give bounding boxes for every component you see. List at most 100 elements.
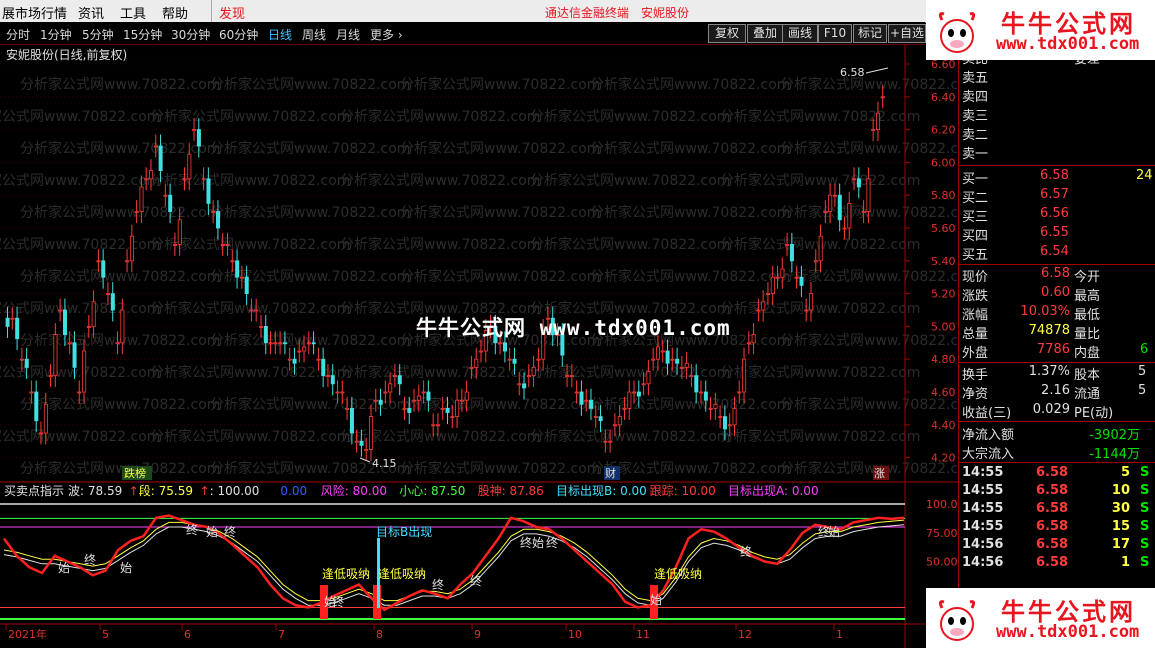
candle-body bbox=[785, 243, 790, 246]
indicator-tick-label: 50.00 bbox=[926, 556, 958, 569]
candle-body bbox=[359, 440, 364, 446]
candle-body bbox=[722, 416, 727, 430]
cow-mascot-icon bbox=[938, 600, 976, 641]
indicator-title[interactable]: 买卖点指示 bbox=[4, 483, 64, 498]
f10-button[interactable]: F10 bbox=[818, 24, 852, 43]
sell-level-label: 卖三 bbox=[962, 109, 989, 124]
candle-body bbox=[282, 342, 287, 345]
candle-body bbox=[651, 358, 656, 361]
kline-chart[interactable]: 分析家公式网www.70822.com分析家公式网www.70822.com分析… bbox=[0, 44, 958, 648]
candle-body bbox=[612, 424, 617, 427]
faint-watermark-text: 分析家公式网www.70822.com bbox=[400, 76, 600, 93]
tab-period-intraday[interactable]: 分时 bbox=[6, 26, 30, 43]
tab-period-30min[interactable]: 30分钟 bbox=[171, 26, 210, 43]
indicator-tick-label: 100.00 bbox=[926, 498, 958, 511]
cai-tag[interactable]: 财 bbox=[605, 466, 616, 480]
end-label: 终 bbox=[84, 552, 96, 567]
period-toolbar: 分时 1分钟 5分钟 15分钟 30分钟 60分钟 日线 周线 月线 更多 › … bbox=[0, 22, 926, 45]
fund-label: PE(动) bbox=[1074, 406, 1114, 421]
tab-period-weekly[interactable]: 周线 bbox=[302, 26, 326, 43]
menu-market[interactable]: 展市场行情 bbox=[2, 3, 67, 22]
candle-body bbox=[756, 309, 761, 312]
candle-body bbox=[225, 243, 230, 246]
buy-level-label: 买五 bbox=[962, 248, 989, 263]
menu-news[interactable]: 资讯 bbox=[78, 3, 104, 22]
candle-body bbox=[852, 178, 857, 181]
dieting-tag[interactable]: 跌榜 bbox=[124, 466, 146, 480]
indicator-value: 跟踪: 10.00 bbox=[650, 484, 716, 498]
candle-body bbox=[694, 375, 699, 393]
dilow-label: 逢低吸纳 bbox=[322, 567, 370, 581]
candle-body bbox=[354, 440, 359, 443]
tick-volume: 5 bbox=[1120, 465, 1130, 480]
flow-value: -1144万 bbox=[1089, 447, 1140, 462]
candle-body bbox=[818, 235, 823, 262]
tick-time: 14:55 bbox=[962, 501, 1004, 516]
cow-mascot-icon bbox=[938, 12, 976, 53]
menu-help[interactable]: 帮助 bbox=[162, 3, 188, 22]
tab-period-60min[interactable]: 60分钟 bbox=[219, 26, 258, 43]
faint-watermark-text: 分析家公式网www.70822.com bbox=[780, 332, 958, 349]
stat-value: 10.03% bbox=[1020, 304, 1070, 319]
candle-body bbox=[110, 293, 115, 311]
faint-watermark-text: 分析家公式网www.70822.com bbox=[340, 172, 540, 189]
candle-body bbox=[431, 424, 436, 427]
faint-watermark-text: 分析家公式网www.70822.com bbox=[720, 300, 920, 317]
candle-body bbox=[235, 260, 240, 278]
end-label: 终 bbox=[332, 594, 344, 609]
faint-watermark-text: 分析家公式网www.70822.com bbox=[210, 140, 410, 157]
brand-logo-bottom: 牛牛公式网 www.tdx001.com bbox=[926, 588, 1155, 648]
candle-body bbox=[660, 350, 665, 353]
add-watchlist-button[interactable]: +自选 bbox=[888, 24, 926, 43]
zhang-tag[interactable]: 涨 bbox=[874, 467, 885, 480]
tick-flag: S bbox=[1140, 483, 1150, 498]
tick-volume: 15 bbox=[1111, 519, 1130, 534]
candle-body bbox=[584, 399, 589, 402]
candle-body bbox=[158, 145, 163, 172]
candle-body bbox=[29, 391, 34, 394]
date-tick-label: 9 bbox=[474, 628, 481, 641]
price-tick-label: 5.60 bbox=[931, 222, 956, 235]
tab-period-15min[interactable]: 15分钟 bbox=[123, 26, 162, 43]
restore-rights-button[interactable]: 复权 bbox=[708, 24, 746, 43]
draw-line-button[interactable]: 画线 bbox=[782, 24, 818, 43]
faint-watermark-text: 分析家公式网www.70822.com bbox=[400, 204, 600, 221]
candle-body bbox=[383, 391, 388, 394]
candle-body bbox=[445, 407, 450, 413]
faint-watermark-text: 分析家公式网www.70822.com bbox=[0, 172, 160, 189]
tab-period-1min[interactable]: 1分钟 bbox=[40, 26, 72, 43]
indicator-value: 波: 78.59 bbox=[68, 484, 122, 498]
quote-separator bbox=[958, 421, 1155, 422]
tick-price: 6.58 bbox=[1036, 501, 1069, 516]
candle-body bbox=[670, 358, 675, 361]
faint-watermark-text: 分析家公式网www.70822.com bbox=[210, 76, 410, 93]
candle-body bbox=[129, 235, 134, 262]
fund-value: 1.37% bbox=[1028, 364, 1070, 379]
tab-period-5min[interactable]: 5分钟 bbox=[82, 26, 114, 43]
candle-body bbox=[292, 358, 297, 364]
buy-level-price: 6.58 bbox=[1040, 168, 1069, 183]
candle-body bbox=[5, 317, 10, 327]
stat-label: 最高 bbox=[1074, 289, 1101, 304]
price-tick-label: 5.80 bbox=[931, 189, 956, 202]
overlay-button[interactable]: 叠加 bbox=[747, 24, 783, 43]
candle-body bbox=[832, 194, 837, 197]
menu-tools[interactable]: 工具 bbox=[120, 3, 146, 22]
start-label: 始 bbox=[206, 525, 218, 539]
tick-flag: S bbox=[1140, 465, 1150, 480]
mark-button[interactable]: 标记 bbox=[853, 24, 887, 43]
date-tick-label: 1 bbox=[836, 628, 843, 641]
tab-period-monthly[interactable]: 月线 bbox=[336, 26, 360, 43]
tab-period-more[interactable]: 更多 › bbox=[370, 26, 403, 43]
candle-body bbox=[125, 260, 130, 263]
menu-discover[interactable]: 发现 bbox=[219, 3, 245, 22]
tab-period-daily[interactable]: 日线 bbox=[268, 26, 292, 43]
candle-body bbox=[311, 342, 316, 345]
indicator-axis-ticks: 100.00 75.00 50.00 bbox=[926, 498, 958, 569]
buy-level-price: 6.54 bbox=[1040, 244, 1069, 259]
candle-body bbox=[775, 276, 780, 279]
candle-body bbox=[880, 96, 885, 99]
candle-body bbox=[421, 391, 426, 394]
candle-body bbox=[196, 129, 201, 147]
indicator-value: 小心: 87.50 bbox=[399, 484, 465, 498]
